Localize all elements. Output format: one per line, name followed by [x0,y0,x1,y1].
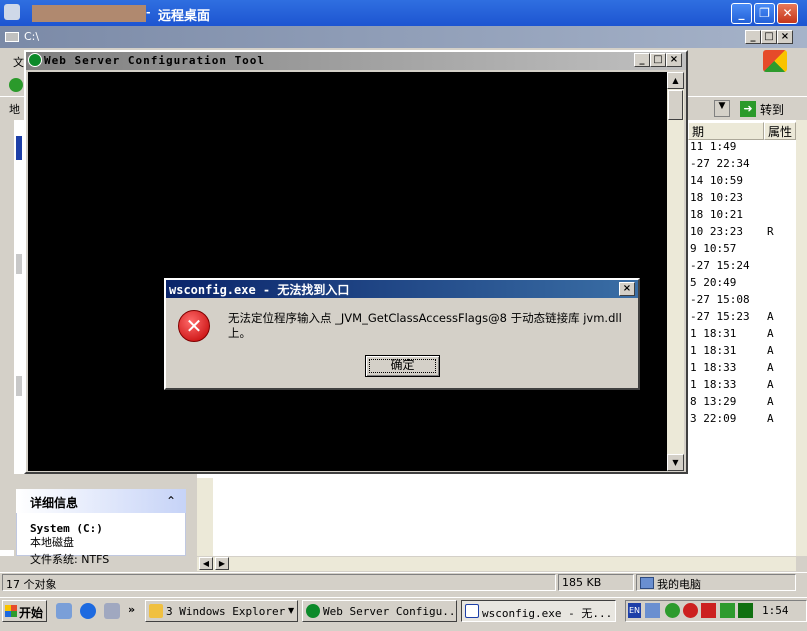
task-web-server-config[interactable]: Web Server Configu... [302,600,457,622]
cmd-app-icon [28,53,42,67]
redacted-host-name [32,5,146,22]
status-size: 185 KB [558,574,634,591]
show-desktop-icon[interactable] [56,603,72,619]
dialog-task-icon [465,604,479,618]
collapse-chevron-icon[interactable]: ⌃ [166,494,176,508]
list-item[interactable]: -27 15:08 [690,293,750,310]
clock[interactable]: 1:54 [762,604,789,617]
dialog-title: wsconfig.exe - 无法找到入口 [169,283,350,297]
scroll-down-icon[interactable]: ▼ [667,454,684,471]
cmd-scroll-thumb[interactable] [668,90,683,120]
address-dropdown[interactable]: ▼ [714,100,730,117]
ok-focus-rect [369,359,436,373]
row-attribute: A [767,395,774,408]
row-attribute: A [767,310,774,323]
task-wsconfig-error[interactable]: wsconfig.exe - 无... [461,600,616,622]
list-item[interactable]: -27 15:24 [690,259,750,276]
cmd-scrollbar[interactable] [667,72,684,471]
network-icon[interactable] [645,603,660,618]
tray-security-icon[interactable] [738,603,753,618]
column-header-attributes[interactable]: 属性 [764,122,796,140]
go-arrow-icon[interactable]: ➜ [740,101,756,117]
explorer-title: C:\ [24,30,40,43]
explorer-titlebar [0,26,807,48]
internet-explorer-icon[interactable] [80,603,96,619]
title-separator: - [146,6,151,19]
list-item[interactable]: 14 10:59 [690,174,743,191]
row-attribute: A [767,361,774,374]
cmd-minimize-button[interactable]: _ [634,53,650,67]
remote-desktop-title: 远程桌面 [158,9,211,24]
drive-icon [5,32,19,42]
scroll-right-icon[interactable]: ▶ [215,557,229,570]
cmd-title: Web Server Configuration Tool [44,54,266,67]
input-language-indicator[interactable]: EN [628,603,641,618]
list-item[interactable]: 18 10:23 [690,191,743,208]
tray-shield-icon[interactable] [683,603,698,618]
list-item[interactable]: 1 18:31 [690,327,736,344]
list-item[interactable]: 5 20:49 [690,276,736,293]
close-button[interactable]: ✕ [777,3,798,24]
list-item[interactable]: 1 18:33 [690,361,736,378]
left-edge [0,120,14,550]
dialog-message: 无法定位程序输入点 _JVM_GetClassAccessFlags@8 于动态… [228,311,622,340]
row-attribute: A [767,344,774,357]
error-icon: ✕ [178,310,210,342]
left-task-accent [16,136,22,160]
left-task-accent-2 [16,254,22,274]
list-item[interactable]: 8 13:29 [690,395,736,412]
back-icon[interactable] [9,78,23,92]
details-type: 本地磁盘 [30,536,74,549]
windows-logo-icon [763,50,787,72]
cmd-maximize-button[interactable]: □ [650,53,666,67]
windows-flag-icon [5,605,17,617]
my-computer-icon [640,577,654,589]
scroll-up-icon[interactable]: ▲ [667,72,684,89]
tray-warning-icon[interactable] [701,603,716,618]
left-scrollbar[interactable] [197,478,213,556]
list-item[interactable]: -27 15:23 [690,310,750,327]
quick-launch-icon[interactable] [104,603,120,619]
folder-icon [149,604,163,618]
list-item[interactable]: 1 18:33 [690,378,736,395]
horizontal-scrollbar[interactable] [197,556,796,571]
vertical-scrollbar[interactable] [796,120,807,556]
row-attribute: A [767,327,774,340]
console-output[interactable] [28,72,667,471]
left-task-accent-3 [16,376,22,396]
list-item[interactable]: -27 22:34 [690,157,750,174]
status-location: 我的电脑 [636,574,796,591]
cmd-close-button[interactable]: × [666,53,682,67]
explorer-close-button[interactable]: × [777,30,793,44]
list-item[interactable]: 1 18:31 [690,344,736,361]
web-server-task-icon [306,604,320,618]
list-item[interactable]: 3 22:09 [690,412,736,429]
column-header-date[interactable]: 期 [688,122,764,140]
menu-file[interactable]: 文 [13,54,24,70]
go-button[interactable]: 转到 [760,101,784,118]
list-item[interactable]: 10 23:23 [690,225,743,242]
quick-launch-chevron[interactable]: » [128,603,135,616]
scroll-left-icon[interactable]: ◀ [199,557,213,570]
details-filesystem: 文件系统: NTFS [30,553,110,566]
minimize-button[interactable]: _ [731,3,752,24]
restore-button[interactable]: ❐ [754,3,775,24]
row-attribute: A [767,378,774,391]
explorer-maximize-button[interactable]: □ [761,30,777,44]
tray-app-icon[interactable] [665,603,680,618]
task-group-arrow-icon[interactable]: ▼ [288,606,294,615]
status-object-count: 17 个对象 [2,574,556,591]
details-header: 详细信息 [30,496,79,510]
explorer-minimize-button[interactable]: _ [745,30,761,44]
task-windows-explorer[interactable]: 3 Windows Explorer [145,600,298,622]
dialog-close-button[interactable]: × [619,282,635,296]
remote-desktop-icon[interactable] [4,4,20,20]
row-attribute: A [767,412,774,425]
row-attribute: R [767,225,774,238]
list-item[interactable]: 18 10:21 [690,208,743,225]
list-item[interactable]: 9 10:57 [690,242,736,259]
address-label: 地 [9,103,20,116]
list-item[interactable]: 11 1:49 [690,140,736,157]
tray-update-icon[interactable] [720,603,735,618]
